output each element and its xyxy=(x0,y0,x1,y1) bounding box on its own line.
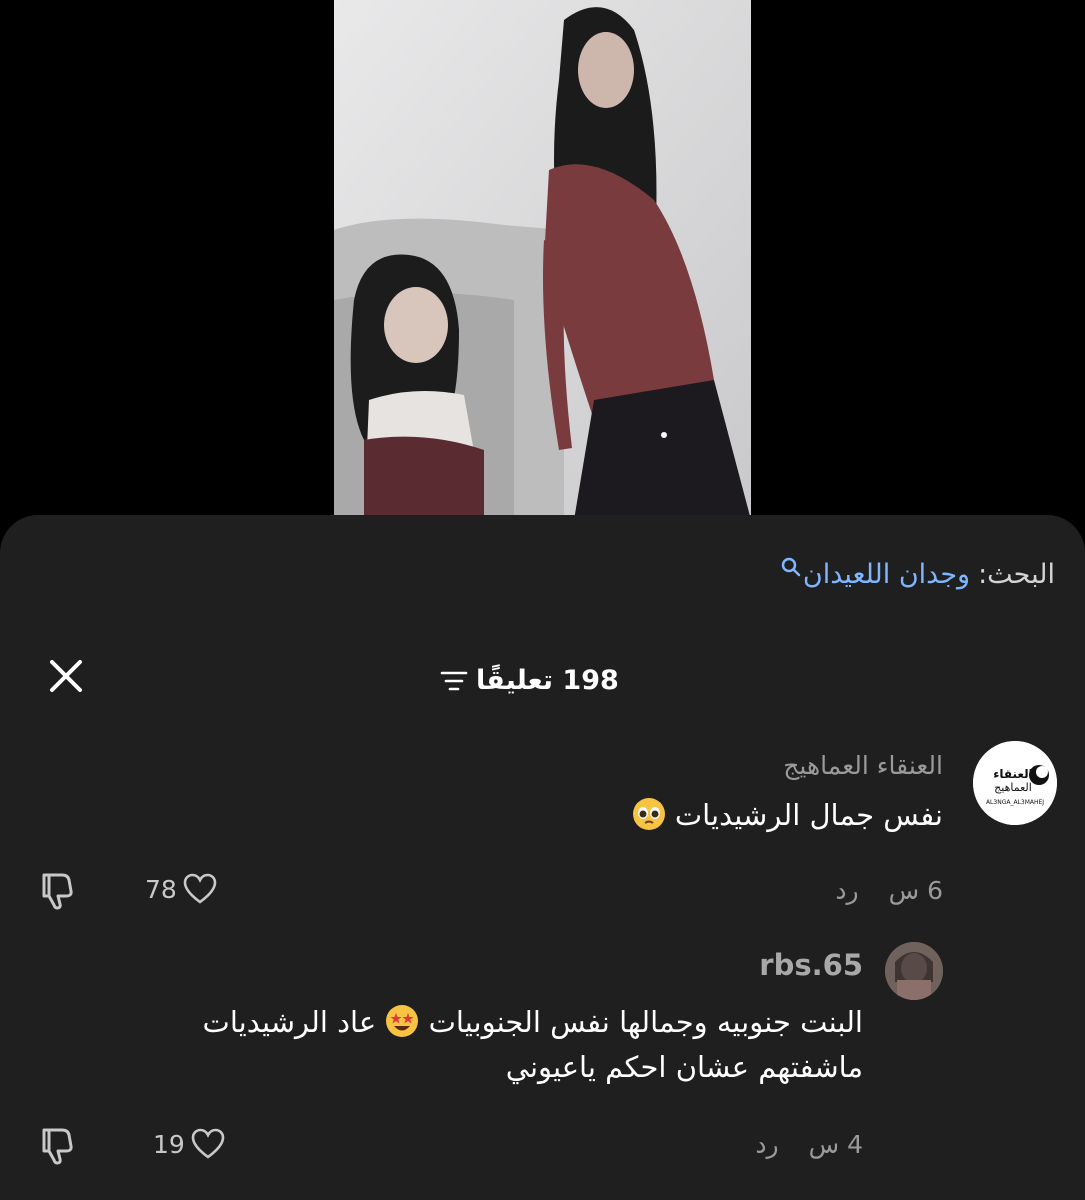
filter-icon[interactable] xyxy=(440,669,468,693)
heart-icon[interactable] xyxy=(183,873,217,905)
svg-text:العماهيج: العماهيج xyxy=(994,781,1032,794)
app-screen: البحث: وجدان اللعيدان 198 تعليقًا العنقا… xyxy=(0,0,1085,1200)
star-struck-icon xyxy=(385,1004,419,1038)
search-term-link[interactable]: وجدان اللعيدان xyxy=(803,559,970,590)
reply-button[interactable]: رد xyxy=(835,876,858,905)
avatar[interactable] xyxy=(885,942,943,1000)
comment-item: العنقاء العماهيج AL3NGA_AL3MAHEJ العنقاء… xyxy=(0,741,1085,921)
dislike-icon[interactable] xyxy=(38,1126,82,1166)
pleading-face-icon xyxy=(632,797,666,831)
close-icon[interactable] xyxy=(48,658,84,694)
comment-meta: 4 س رد xyxy=(755,1130,863,1159)
search-icon xyxy=(781,553,801,584)
comment-time: 4 س xyxy=(808,1130,863,1159)
dislike-icon[interactable] xyxy=(38,871,82,911)
heart-icon[interactable] xyxy=(191,1128,225,1160)
comments-header: 198 تعليقًا xyxy=(0,660,1085,701)
like-group: 19 xyxy=(153,1128,225,1160)
comment-text: البنت جنوبيه وجمالها نفس الجنوبيات عاد ا… xyxy=(202,1004,863,1084)
comment-text: نفس جمال الرشيديات xyxy=(243,793,943,838)
comment-author[interactable]: العنقاء العماهيج xyxy=(783,751,943,780)
reply-button[interactable]: رد xyxy=(755,1130,778,1159)
like-count: 19 xyxy=(153,1129,185,1159)
comments-sheet: البحث: وجدان اللعيدان 198 تعليقًا العنقا… xyxy=(0,515,1085,1200)
video-player[interactable] xyxy=(334,0,751,520)
like-group: 78 xyxy=(145,873,217,905)
svg-text:AL3NGA_AL3MAHEJ: AL3NGA_AL3MAHEJ xyxy=(986,799,1044,806)
like-count: 78 xyxy=(145,874,177,904)
comment-count: 198 تعليقًا xyxy=(476,665,619,696)
video-frame xyxy=(334,0,751,520)
search-prefix: البحث: xyxy=(978,559,1055,590)
comment-meta: 6 س رد xyxy=(835,876,943,905)
avatar[interactable]: العنقاء العماهيج AL3NGA_AL3MAHEJ xyxy=(973,741,1057,825)
comment-time: 6 س xyxy=(888,876,943,905)
comment-author[interactable]: rbs.65 xyxy=(759,948,863,982)
avatar-logo-text: العنقاء xyxy=(993,767,1033,781)
comment-item: rbs.65 البنت جنوبيه وجمالها نفس الجنوبيا… xyxy=(0,940,1085,1200)
comment-count-filter[interactable]: 198 تعليقًا xyxy=(440,665,619,696)
search-suggestion[interactable]: البحث: وجدان اللعيدان xyxy=(781,557,1055,590)
